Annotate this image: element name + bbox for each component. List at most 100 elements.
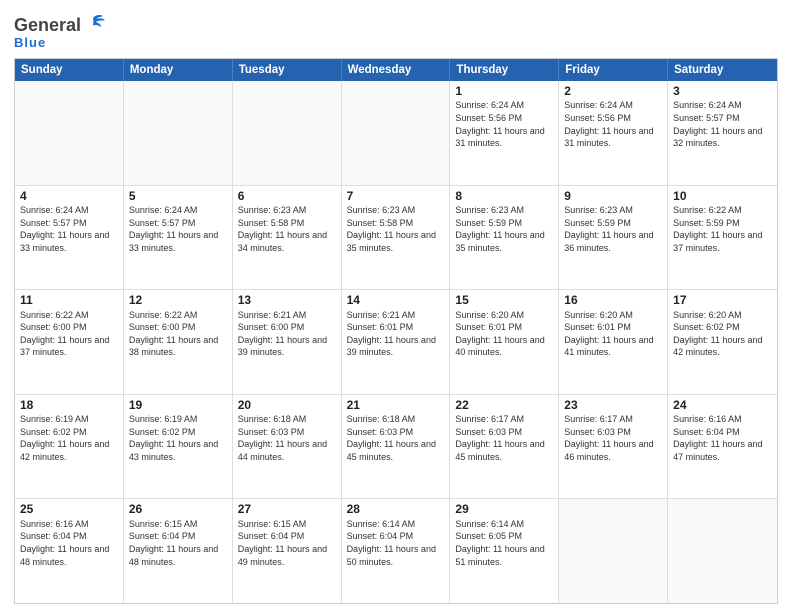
day-number: 21 — [347, 398, 445, 412]
day-number: 1 — [455, 84, 553, 98]
day-number: 27 — [238, 502, 336, 516]
cell-daylight-info: Sunrise: 6:15 AM Sunset: 6:04 PM Dayligh… — [129, 518, 227, 568]
day-number: 11 — [20, 293, 118, 307]
cell-daylight-info: Sunrise: 6:22 AM Sunset: 6:00 PM Dayligh… — [20, 309, 118, 359]
cell-daylight-info: Sunrise: 6:19 AM Sunset: 6:02 PM Dayligh… — [20, 413, 118, 463]
cell-daylight-info: Sunrise: 6:23 AM Sunset: 5:59 PM Dayligh… — [455, 204, 553, 254]
day-number: 16 — [564, 293, 662, 307]
cell-daylight-info: Sunrise: 6:21 AM Sunset: 6:00 PM Dayligh… — [238, 309, 336, 359]
cell-daylight-info: Sunrise: 6:17 AM Sunset: 6:03 PM Dayligh… — [455, 413, 553, 463]
calendar-cell: 24Sunrise: 6:16 AM Sunset: 6:04 PM Dayli… — [668, 395, 777, 499]
logo-general: General — [14, 16, 81, 34]
calendar-cell: 26 Sunrise: 6:15 AM Sunset: 6:04 PM Dayli… — [124, 499, 233, 603]
day-number: 10 — [673, 189, 772, 203]
calendar-cell: 19Sunrise: 6:19 AM Sunset: 6:02 PM Dayli… — [124, 395, 233, 499]
cell-daylight-info: Sunrise: 6:22 AM Sunset: 5:59 PM Dayligh… — [673, 204, 772, 254]
calendar-cell: 17 Sunrise: 6:20 AM Sunset: 6:02 PM Dayli… — [668, 290, 777, 394]
day-number: 22 — [455, 398, 553, 412]
day-number: 3 — [673, 84, 772, 98]
calendar-header-cell: Tuesday — [233, 59, 342, 81]
logo-blue-label: Blue — [14, 35, 46, 50]
calendar-header-cell: Saturday — [668, 59, 777, 81]
calendar-cell: 13 Sunrise: 6:21 AM Sunset: 6:00 PM Dayli… — [233, 290, 342, 394]
calendar-week-row: 25 Sunrise: 6:16 AM Sunset: 6:04 PM Dayli… — [15, 498, 777, 603]
logo: General Blue — [14, 12, 105, 50]
calendar-cell: 18Sunrise: 6:19 AM Sunset: 6:02 PM Dayli… — [15, 395, 124, 499]
cell-daylight-info: Sunrise: 6:24 AM Sunset: 5:56 PM Dayligh… — [455, 99, 553, 149]
day-number: 17 — [673, 293, 772, 307]
calendar-header-cell: Sunday — [15, 59, 124, 81]
cell-daylight-info: Sunrise: 6:16 AM Sunset: 6:04 PM Dayligh… — [673, 413, 772, 463]
calendar-cell: 22Sunrise: 6:17 AM Sunset: 6:03 PM Dayli… — [450, 395, 559, 499]
day-number: 9 — [564, 189, 662, 203]
calendar-cell: 27 Sunrise: 6:15 AM Sunset: 6:04 PM Dayli… — [233, 499, 342, 603]
day-number: 28 — [347, 502, 445, 516]
calendar-cell: 3Sunrise: 6:24 AM Sunset: 5:57 PM Daylig… — [668, 81, 777, 185]
day-number: 7 — [347, 189, 445, 203]
calendar-cell: 10Sunrise: 6:22 AM Sunset: 5:59 PM Dayli… — [668, 186, 777, 290]
day-number: 23 — [564, 398, 662, 412]
calendar-cell: 7Sunrise: 6:23 AM Sunset: 5:58 PM Daylig… — [342, 186, 451, 290]
day-number: 14 — [347, 293, 445, 307]
calendar-week-row: 18Sunrise: 6:19 AM Sunset: 6:02 PM Dayli… — [15, 394, 777, 499]
cell-daylight-info: Sunrise: 6:23 AM Sunset: 5:59 PM Dayligh… — [564, 204, 662, 254]
calendar-week-row: 1Sunrise: 6:24 AM Sunset: 5:56 PM Daylig… — [15, 81, 777, 185]
calendar: SundayMondayTuesdayWednesdayThursdayFrid… — [14, 58, 778, 604]
cell-daylight-info: Sunrise: 6:18 AM Sunset: 6:03 PM Dayligh… — [347, 413, 445, 463]
cell-daylight-info: Sunrise: 6:19 AM Sunset: 6:02 PM Dayligh… — [129, 413, 227, 463]
day-number: 25 — [20, 502, 118, 516]
day-number: 13 — [238, 293, 336, 307]
cell-daylight-info: Sunrise: 6:18 AM Sunset: 6:03 PM Dayligh… — [238, 413, 336, 463]
day-number: 19 — [129, 398, 227, 412]
calendar-header-cell: Friday — [559, 59, 668, 81]
cell-daylight-info: Sunrise: 6:24 AM Sunset: 5:57 PM Dayligh… — [20, 204, 118, 254]
calendar-header-row: SundayMondayTuesdayWednesdayThursdayFrid… — [15, 59, 777, 81]
day-number: 20 — [238, 398, 336, 412]
calendar-cell: 12Sunrise: 6:22 AM Sunset: 6:00 PM Dayli… — [124, 290, 233, 394]
calendar-cell: 15Sunrise: 6:20 AM Sunset: 6:01 PM Dayli… — [450, 290, 559, 394]
cell-daylight-info: Sunrise: 6:24 AM Sunset: 5:57 PM Dayligh… — [673, 99, 772, 149]
calendar-week-row: 11 Sunrise: 6:22 AM Sunset: 6:00 PM Dayli… — [15, 289, 777, 394]
cell-daylight-info: Sunrise: 6:24 AM Sunset: 5:56 PM Dayligh… — [564, 99, 662, 149]
calendar-cell: 8Sunrise: 6:23 AM Sunset: 5:59 PM Daylig… — [450, 186, 559, 290]
calendar-cell: 20Sunrise: 6:18 AM Sunset: 6:03 PM Dayli… — [233, 395, 342, 499]
day-number: 15 — [455, 293, 553, 307]
cell-daylight-info: Sunrise: 6:17 AM Sunset: 6:03 PM Dayligh… — [564, 413, 662, 463]
calendar-cell: 21Sunrise: 6:18 AM Sunset: 6:03 PM Dayli… — [342, 395, 451, 499]
day-number: 6 — [238, 189, 336, 203]
day-number: 2 — [564, 84, 662, 98]
calendar-cell: 6Sunrise: 6:23 AM Sunset: 5:58 PM Daylig… — [233, 186, 342, 290]
calendar-header-cell: Wednesday — [342, 59, 451, 81]
header: General Blue — [14, 12, 778, 50]
calendar-header-cell: Thursday — [450, 59, 559, 81]
cell-daylight-info: Sunrise: 6:20 AM Sunset: 6:02 PM Dayligh… — [673, 309, 772, 359]
cell-daylight-info: Sunrise: 6:21 AM Sunset: 6:01 PM Dayligh… — [347, 309, 445, 359]
day-number: 12 — [129, 293, 227, 307]
calendar-cell — [15, 81, 124, 185]
day-number: 18 — [20, 398, 118, 412]
page: General Blue SundayMondayTuesdayWednesda… — [0, 0, 792, 612]
day-number: 24 — [673, 398, 772, 412]
day-number: 5 — [129, 189, 227, 203]
cell-daylight-info: Sunrise: 6:23 AM Sunset: 5:58 PM Dayligh… — [347, 204, 445, 254]
cell-daylight-info: Sunrise: 6:14 AM Sunset: 6:05 PM Dayligh… — [455, 518, 553, 568]
cell-daylight-info: Sunrise: 6:14 AM Sunset: 6:04 PM Dayligh… — [347, 518, 445, 568]
cell-daylight-info: Sunrise: 6:16 AM Sunset: 6:04 PM Dayligh… — [20, 518, 118, 568]
calendar-cell: 4Sunrise: 6:24 AM Sunset: 5:57 PM Daylig… — [15, 186, 124, 290]
calendar-cell: 2Sunrise: 6:24 AM Sunset: 5:56 PM Daylig… — [559, 81, 668, 185]
day-number: 4 — [20, 189, 118, 203]
cell-daylight-info: Sunrise: 6:23 AM Sunset: 5:58 PM Dayligh… — [238, 204, 336, 254]
cell-daylight-info: Sunrise: 6:15 AM Sunset: 6:04 PM Dayligh… — [238, 518, 336, 568]
day-number: 26 — [129, 502, 227, 516]
calendar-cell: 14 Sunrise: 6:21 AM Sunset: 6:01 PM Dayli… — [342, 290, 451, 394]
calendar-cell: 29 Sunrise: 6:14 AM Sunset: 6:05 PM Dayli… — [450, 499, 559, 603]
calendar-cell: 16Sunrise: 6:20 AM Sunset: 6:01 PM Dayli… — [559, 290, 668, 394]
calendar-cell — [668, 499, 777, 603]
calendar-cell: 11 Sunrise: 6:22 AM Sunset: 6:00 PM Dayli… — [15, 290, 124, 394]
calendar-header-cell: Monday — [124, 59, 233, 81]
calendar-cell — [342, 81, 451, 185]
calendar-cell — [124, 81, 233, 185]
day-number: 29 — [455, 502, 553, 516]
calendar-cell — [559, 499, 668, 603]
day-number: 8 — [455, 189, 553, 203]
